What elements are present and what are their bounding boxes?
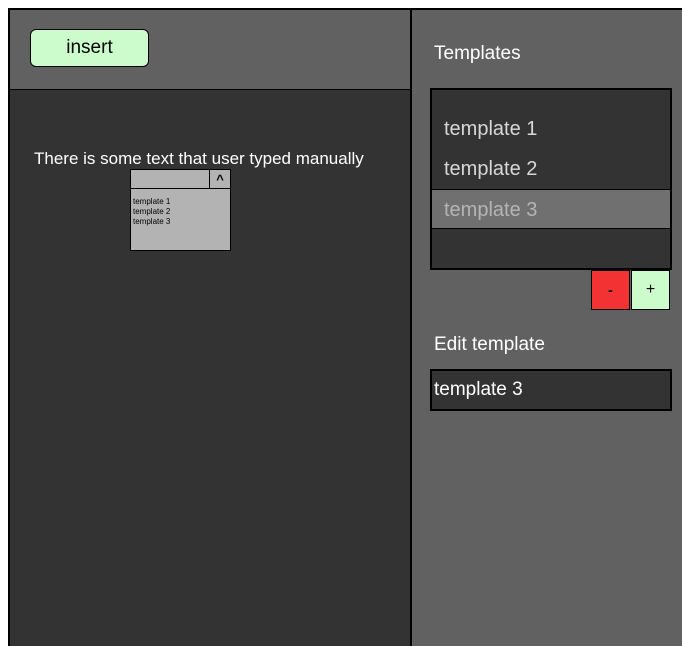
template-picker-dropdown[interactable]: ^ template 1 template 2 template 3: [130, 169, 231, 251]
dropdown-item-template-1[interactable]: template 1: [131, 197, 230, 207]
editor-pane: insert There is some text that user type…: [10, 10, 410, 646]
dropdown-list: template 1 template 2 template 3: [130, 188, 231, 251]
templates-heading: Templates: [434, 43, 521, 64]
add-template-button[interactable]: +: [631, 270, 670, 310]
edit-template-heading: Edit template: [434, 334, 545, 355]
dropdown-header[interactable]: ^: [130, 169, 231, 189]
dropdown-item-template-3[interactable]: template 3: [131, 217, 230, 227]
app-window: insert There is some text that user type…: [8, 8, 682, 646]
editor-toolbar: insert: [10, 10, 410, 90]
editor-text-area[interactable]: There is some text that user typed manua…: [34, 147, 384, 171]
edit-template-input[interactable]: [430, 369, 672, 411]
template-list-item-1[interactable]: template 1: [432, 109, 670, 149]
caret-up-icon[interactable]: ^: [209, 170, 230, 188]
remove-template-button[interactable]: -: [591, 270, 630, 310]
templates-list[interactable]: template 1 template 2 template 3: [430, 88, 672, 270]
dropdown-item-template-2[interactable]: template 2: [131, 207, 230, 217]
insert-button[interactable]: insert: [30, 29, 149, 67]
template-list-item-2[interactable]: template 2: [432, 149, 670, 189]
template-list-item-3[interactable]: template 3: [432, 189, 670, 229]
templates-sidebar: Templates template 1 template 2 template…: [412, 10, 682, 646]
